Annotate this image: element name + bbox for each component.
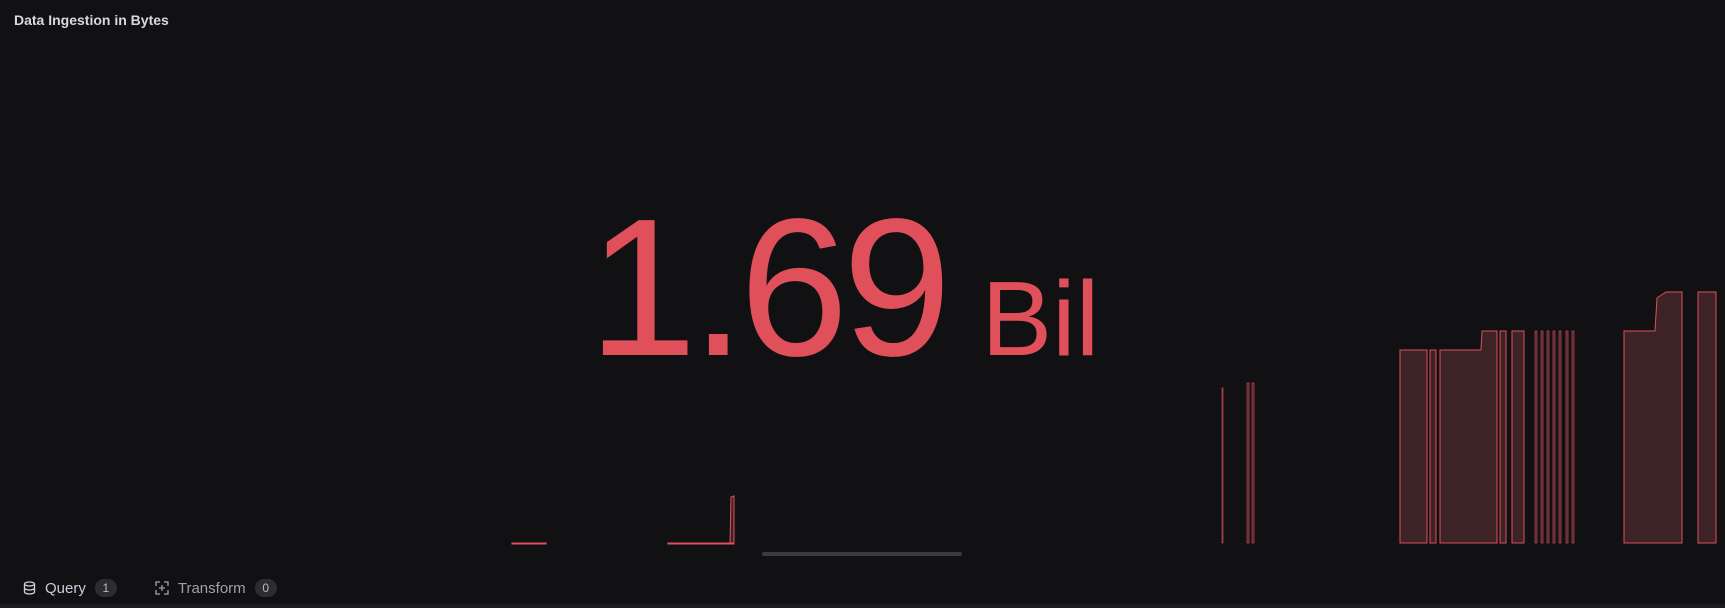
sparkline-segment bbox=[1558, 330, 1562, 544]
transform-icon bbox=[155, 581, 169, 595]
sparkline-segment bbox=[1546, 330, 1550, 544]
stat-panel-editor: Data Ingestion in Bytes 1.69 Bil Query 1 bbox=[0, 0, 1725, 608]
sparkline-segment bbox=[667, 542, 735, 545]
tab-transform[interactable]: Transform 0 bbox=[133, 570, 293, 606]
editor-tabs: Query 1 Transform 0 bbox=[0, 568, 1725, 608]
tab-transform-label: Transform bbox=[177, 579, 246, 597]
sparkline-segment bbox=[1399, 349, 1428, 544]
tab-query-label: Query bbox=[45, 579, 86, 597]
sparkline-segment bbox=[1246, 382, 1250, 544]
sparkline-segment bbox=[511, 542, 547, 545]
sparkline-segment bbox=[1623, 291, 1683, 544]
tab-query-count: 1 bbox=[94, 579, 117, 597]
stat-value: 1.69 Bil bbox=[588, 190, 1099, 386]
sparkline-segment bbox=[1571, 330, 1575, 544]
sparkline-segment bbox=[1429, 349, 1437, 544]
divider bbox=[0, 604, 1725, 608]
sparkline-segment bbox=[1552, 330, 1556, 544]
tab-query[interactable]: Query 1 bbox=[0, 570, 133, 608]
sparkline-segment bbox=[1439, 330, 1498, 544]
sparkline-segment bbox=[1511, 330, 1525, 544]
sparkline-segment bbox=[1565, 330, 1569, 544]
tab-transform-count: 0 bbox=[254, 579, 277, 597]
sparkline-segment bbox=[1534, 330, 1538, 544]
stat-number: 1.69 bbox=[588, 178, 951, 397]
stat-unit: Bil bbox=[981, 260, 1100, 378]
sparkline-segment bbox=[729, 495, 735, 544]
sparkline-segment bbox=[1251, 382, 1255, 544]
sparkline-segment bbox=[1221, 387, 1224, 544]
sparkline-segment bbox=[1697, 291, 1717, 544]
stat-panel: Data Ingestion in Bytes 1.69 Bil bbox=[0, 0, 1725, 560]
resize-handle[interactable] bbox=[762, 552, 962, 556]
sparkline-segment bbox=[1499, 330, 1507, 544]
database-icon bbox=[22, 581, 36, 595]
panel-title: Data Ingestion in Bytes bbox=[14, 12, 169, 28]
sparkline-segment bbox=[1540, 330, 1544, 544]
